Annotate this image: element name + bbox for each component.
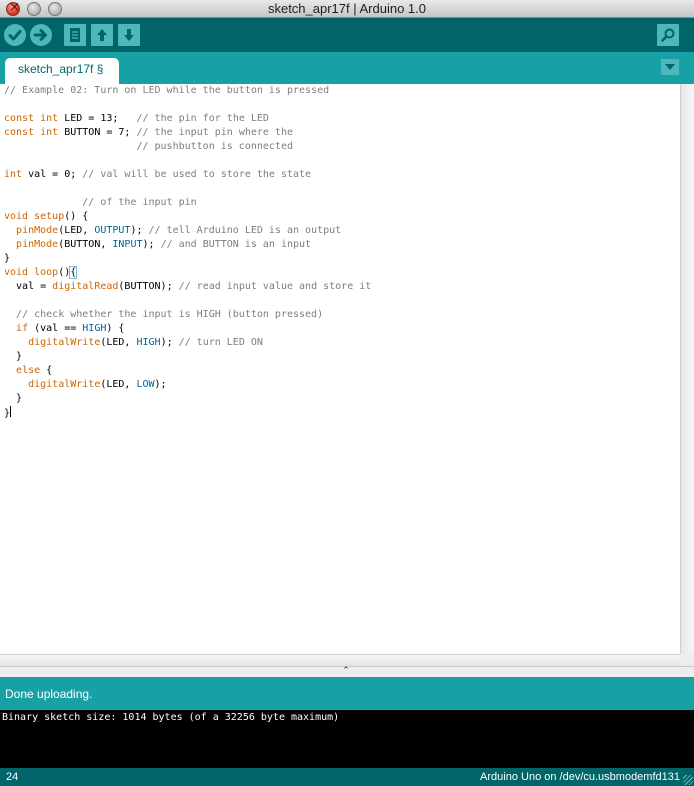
editor-vertical-scrollbar[interactable] (680, 84, 694, 654)
code-line: const int LED = 13; // the pin for the L… (4, 113, 269, 124)
toolbar (0, 18, 694, 52)
tab-sketch[interactable]: sketch_apr17f § (5, 58, 119, 84)
footer-bar: 24 Arduino Uno on /dev/cu.usbmodemfd131 (0, 768, 694, 786)
editor-horizontal-scrollbar[interactable] (0, 654, 680, 666)
code-line: void setup() { (4, 211, 89, 222)
code-line: // Example 02: Turn on LED while the but… (4, 85, 330, 96)
code-line: pinMode(BUTTON, INPUT); // and BUTTON is… (16, 239, 312, 250)
code-line: digitalWrite(LED, LOW); (28, 379, 167, 390)
checkmark-icon (8, 30, 22, 41)
code-line: val = digitalRead(BUTTON); // read input… (4, 281, 372, 292)
line-number: 24 (6, 771, 19, 783)
code-line: } (4, 351, 23, 362)
console[interactable]: Binary sketch size: 1014 bytes (of a 322… (0, 710, 694, 768)
open-button[interactable] (91, 24, 113, 46)
code-line: else { (16, 365, 53, 376)
code-line: int val = 0; // val will be used to stor… (4, 169, 312, 180)
scroll-corner (680, 654, 694, 666)
code-line: } (4, 253, 11, 264)
arrow-right-icon (33, 29, 47, 41)
console-scrollbar[interactable] (682, 710, 694, 768)
code-line: // check whether the input is HIGH (butt… (16, 309, 324, 320)
code-line: // of the input pin (82, 197, 197, 208)
status-bar: Done uploading. (0, 677, 694, 710)
new-button[interactable] (64, 24, 86, 46)
code-line: if (val == HIGH) { (16, 323, 125, 334)
tab-menu-button[interactable] (661, 59, 679, 75)
status-message: Done uploading. (5, 687, 93, 701)
code-line: void loop(){ (4, 266, 78, 279)
arrow-down-icon (124, 29, 134, 41)
code-line: const int BUTTON = 7; // the input pin w… (4, 127, 294, 138)
code-line: } (4, 393, 23, 404)
code-editor[interactable]: // Example 02: Turn on LED while the but… (0, 84, 680, 654)
text-cursor (10, 406, 12, 417)
verify-button[interactable] (4, 24, 26, 46)
serial-monitor-button[interactable] (657, 24, 679, 46)
code-line: pinMode(LED, OUTPUT); // tell Arduino LE… (16, 225, 342, 236)
board-port-label: Arduino Uno on /dev/cu.usbmodemfd131 (480, 771, 680, 783)
window-title: sketch_apr17f | Arduino 1.0 (267, 1, 427, 16)
upload-button[interactable] (30, 24, 52, 46)
resize-grip-icon[interactable] (683, 775, 693, 785)
arrow-up-icon (97, 29, 107, 41)
console-output: Binary sketch size: 1014 bytes (of a 322… (2, 712, 340, 723)
tab-bar: sketch_apr17f § (0, 52, 694, 84)
magnifier-icon (661, 28, 675, 42)
save-button[interactable] (118, 24, 140, 46)
code-line: digitalWrite(LED, HIGH); // turn LED ON (28, 337, 263, 348)
document-icon (70, 28, 80, 42)
title-bar: sketch_apr17f | Arduino 1.0 (0, 0, 694, 18)
code-line: // pushbutton is connected (136, 141, 293, 152)
code-line: } (4, 406, 12, 419)
divider-grip-icon[interactable]: ⌃ (341, 666, 351, 677)
code-area[interactable]: // Example 02: Turn on LED while the but… (0, 84, 680, 420)
